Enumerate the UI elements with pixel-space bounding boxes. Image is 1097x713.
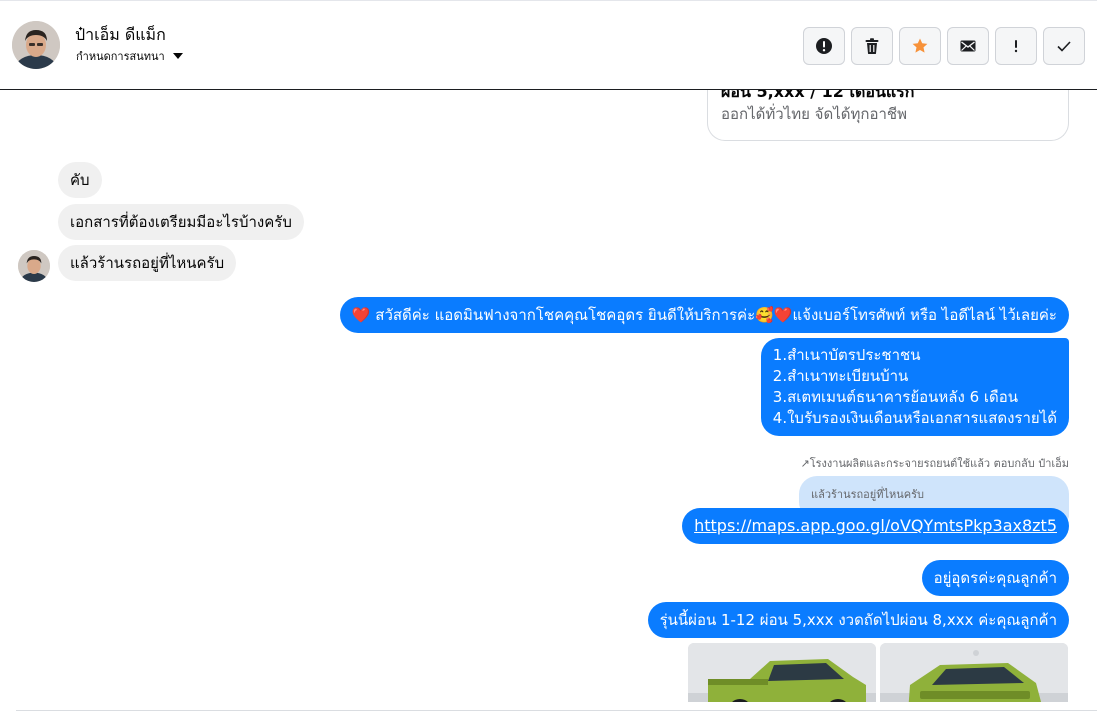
contact-name[interactable]: ป๋าเอ็ม ดีแม็ก xyxy=(75,23,166,48)
check-icon xyxy=(1057,41,1071,52)
conversation-label: กำหนดการสนทนา xyxy=(76,50,165,63)
reply-context-note: ↗โรงงานผลิตและกระจายรถยนต์ใช้แล้ว ตอบกลั… xyxy=(800,457,1070,470)
delete-button[interactable] xyxy=(851,27,893,65)
exclamation-circle-icon xyxy=(816,38,832,54)
exclamation-icon xyxy=(1014,40,1018,53)
incoming-message[interactable]: แล้วร้านรถอยู่ที่ไหนครับ xyxy=(58,245,237,281)
sender-photo xyxy=(18,250,50,282)
incoming-message[interactable]: เอกสารที่ต้องเตรียมมีอะไรบ้างครับ xyxy=(58,204,304,240)
message-thread[interactable]: ผ่อน 5,xxx / 12 เดือนแรก ออกได้ทั่วไทย จ… xyxy=(0,90,1097,702)
car-image xyxy=(880,643,1068,702)
outgoing-map-link-message[interactable]: https://maps.app.goo.gl/oVQYmtsPkp3ax8zt… xyxy=(682,508,1069,544)
conversation-toolbar xyxy=(803,27,1085,65)
star-icon xyxy=(912,38,928,53)
promo-card-subtitle: ออกได้ทั่วไทย จัดได้ทุกอาชีพ xyxy=(721,105,907,123)
document-item: 1.สำเนาบัตรประชาชน xyxy=(772,346,921,364)
alert-button[interactable] xyxy=(803,27,845,65)
conversation-header: ป๋าเอ็ม ดีแม็ก กำหนดการสนทนา xyxy=(0,0,1097,90)
outgoing-document-list[interactable]: 1.สำเนาบัตรประชาชน 2.สำเนาทะเบียนบ้าน 3.… xyxy=(760,338,1069,436)
trash-icon xyxy=(865,38,879,54)
promo-card[interactable]: ผ่อน 5,xxx / 12 เดือนแรก ออกได้ทั่วไทย จ… xyxy=(707,90,1069,141)
mail-button[interactable] xyxy=(947,27,989,65)
conversation-schedule-dropdown[interactable]: กำหนดการสนทนา xyxy=(76,47,183,65)
document-item: 4.ใบรับรองเงินเดือนหรือเอกสารแสดงรายได้ xyxy=(772,409,1057,427)
outgoing-message[interactable]: อยู่อุดรค่ะคุณลูกค้า xyxy=(921,560,1069,596)
star-button[interactable] xyxy=(899,27,941,65)
car-photo[interactable] xyxy=(880,643,1068,702)
contact-avatar[interactable] xyxy=(12,21,60,69)
car-photo[interactable] xyxy=(688,643,876,702)
document-item: 2.สำเนาทะเบียนบ้าน xyxy=(772,367,909,385)
envelope-icon xyxy=(960,40,976,52)
sender-avatar[interactable] xyxy=(18,250,50,282)
caret-down-icon xyxy=(172,53,183,59)
map-link[interactable]: https://maps.app.goo.gl/oVQYmtsPkp3ax8zt… xyxy=(694,516,1057,535)
contact-photo xyxy=(12,21,60,69)
photo-attachments xyxy=(688,643,1069,702)
outgoing-message[interactable]: ❤️ สวัสดีค่ะ แอดมินฟางจากโชคคุณโชคอุดร ย… xyxy=(339,297,1069,333)
done-button[interactable] xyxy=(1043,27,1085,65)
spam-button[interactable] xyxy=(995,27,1037,65)
document-item: 3.สเตทเมนต์ธนาคารย้อนหลัง 6 เดือน xyxy=(772,388,1019,406)
composer-divider xyxy=(16,710,1097,711)
car-image xyxy=(688,643,876,702)
incoming-message[interactable]: คับ xyxy=(58,162,102,198)
outgoing-message[interactable]: รุ่นนี้ผ่อน 1-12 ผ่อน 5,xxx งวดถัดไปผ่อน… xyxy=(647,602,1069,638)
